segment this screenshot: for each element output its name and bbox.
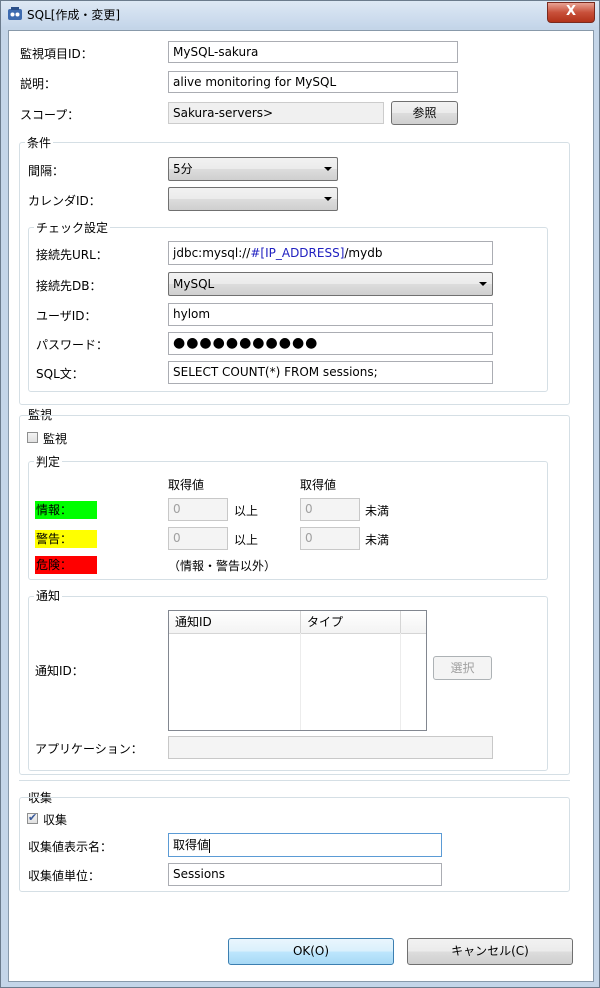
display-name-label: 収集値表示名： [28,840,113,854]
url-suffix: /mydb [344,246,383,260]
interval-value: 5分 [173,162,193,176]
display-name-input[interactable]: 取得値 [168,833,442,857]
dialog-client: 監視項目ID： MySQL-sakura 説明： alive monitorin… [8,30,594,982]
danger-note: （情報・警告以外） [168,559,277,573]
chevron-down-icon [324,167,332,171]
user-id-input[interactable]: hylom [168,303,493,326]
collect-checkbox-label: 収集 [43,813,68,827]
monitor-checkbox-label: 監視 [43,432,68,446]
title-bar: SQL[作成・変更] X [1,1,599,27]
calendar-select[interactable] [168,187,338,211]
db-value: MySQL [173,277,215,291]
unit-label: 収集値単位： [28,869,101,883]
window-title: SQL[作成・変更] [27,8,121,22]
monitor-id-label: 監視項目ID： [20,47,93,61]
sql-input[interactable]: SELECT COUNT(*) FROM sessions; [168,361,493,384]
danger-label-text: 危険： [36,558,73,572]
notify-title: 通知 [34,587,63,604]
chevron-down-icon [324,197,332,201]
db-label: 接続先DB： [36,279,102,293]
password-input[interactable]: ●●●●●●●●●●● [168,332,493,355]
collect-checkbox[interactable]: ✔ [27,811,38,824]
url-input[interactable]: jdbc:mysql://#[IP_ADDRESS]/mydb [168,241,493,265]
monitor-id-input[interactable]: MySQL-sakura [168,41,458,63]
condition-group-title: 条件 [25,134,54,151]
danger-label: 危険： [35,556,97,574]
warn-below-label: 未満 [365,533,390,547]
close-button[interactable]: X [547,2,595,23]
value-header-2: 取得値 [300,478,337,492]
value-header-1: 取得値 [168,478,205,492]
description-label: 説明： [20,77,57,91]
cancel-button[interactable]: キャンセル(C) [407,938,573,965]
unit-input[interactable]: Sessions [168,863,442,886]
info-label-text: 情報： [36,503,73,517]
judge-group [28,461,548,580]
info-min-input[interactable]: 0 [168,498,228,521]
scope-browse-button[interactable]: 参照 [391,101,458,125]
warn-label-text: 警告： [36,532,73,546]
column-divider [400,633,401,730]
url-label: 接続先URL： [36,248,108,262]
notify-col-type[interactable]: タイプ [301,611,401,633]
section-divider [19,780,570,781]
scope-label: スコープ： [20,108,80,122]
warn-min-input[interactable]: 0 [168,527,228,550]
scope-field: Sakura-servers> [168,102,384,124]
calendar-label: カレンダID： [28,194,101,208]
close-icon: X [565,4,577,19]
info-label: 情報： [35,501,97,519]
chevron-down-icon [479,282,487,286]
interval-select[interactable]: 5分 [168,157,338,181]
notify-table[interactable]: 通知ID タイプ [168,610,427,731]
warn-label: 警告： [35,530,97,548]
info-max-input[interactable]: 0 [300,498,360,521]
description-input[interactable]: alive monitoring for MySQL [168,71,458,93]
column-divider [300,633,301,730]
info-above-label: 以上 [234,504,259,518]
application-input[interactable] [168,736,493,759]
db-select[interactable]: MySQL [168,272,493,296]
notify-id-label: 通知ID： [35,664,84,678]
password-label: パスワード： [36,338,109,352]
info-below-label: 未満 [365,504,390,518]
url-prefix: jdbc:mysql:// [173,246,251,260]
check-settings-title: チェック設定 [34,219,111,236]
notify-select-button[interactable]: 選択 [433,656,492,680]
interval-label: 間隔： [28,164,65,178]
warn-above-label: 以上 [234,533,259,547]
app-icon [7,6,23,22]
url-variable: #[IP_ADDRESS] [250,246,345,260]
dialog-window: SQL[作成・変更] X 監視項目ID： MySQL-sakura 説明： al… [0,0,600,988]
sql-label: SQL文： [36,367,84,381]
text-cursor [209,838,211,853]
application-label: アプリケーション： [35,742,143,756]
notify-col-id[interactable]: 通知ID [169,611,301,633]
display-name-value: 取得値 [173,838,210,852]
user-id-label: ユーザID： [36,309,97,323]
ok-button[interactable]: OK(O) [228,938,394,965]
notify-table-header: 通知ID タイプ [169,611,426,634]
warn-max-input[interactable]: 0 [300,527,360,550]
monitor-checkbox[interactable] [27,432,38,443]
judge-title: 判定 [34,453,63,470]
checkmark-icon: ✔ [28,811,38,824]
